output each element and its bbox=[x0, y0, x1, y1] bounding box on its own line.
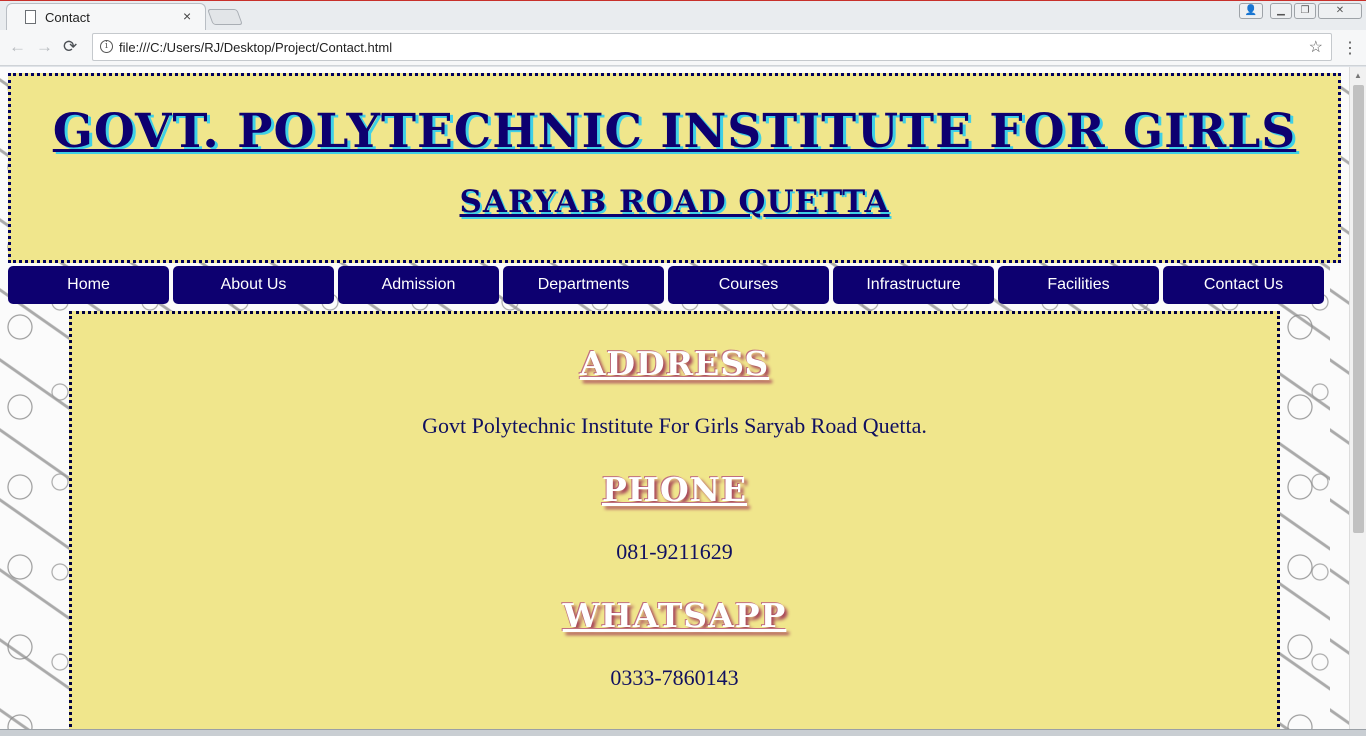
back-arrow-icon[interactable]: ← bbox=[9, 37, 26, 57]
nav-home[interactable]: Home bbox=[8, 266, 169, 304]
nav-about-us[interactable]: About Us bbox=[173, 266, 334, 304]
site-header: GOVT. POLYTECHNIC INSTITUTE FOR GIRLS SA… bbox=[8, 73, 1341, 263]
site-subtitle: SARYAB ROAD QUETTA bbox=[459, 184, 890, 220]
site-title: GOVT. POLYTECHNIC INSTITUTE FOR GIRLS bbox=[52, 104, 1297, 159]
os-taskbar bbox=[0, 729, 1366, 736]
phone-text: 081-9211629 bbox=[616, 539, 733, 564]
reload-icon[interactable]: ⟳ bbox=[63, 37, 77, 57]
page-viewport: GOVT. POLYTECHNIC INSTITUTE FOR GIRLS SA… bbox=[0, 67, 1366, 736]
nav-infrastructure[interactable]: Infrastructure bbox=[833, 266, 994, 304]
browser-tab[interactable]: Contact × bbox=[6, 3, 206, 31]
address-text: Govt Polytechnic Institute For Girls Sar… bbox=[422, 413, 927, 438]
scroll-up-icon[interactable]: ▲ bbox=[1354, 71, 1362, 80]
document-icon bbox=[25, 10, 36, 24]
main-nav: Home About Us Admission Departments Cour… bbox=[8, 266, 1328, 305]
vertical-scrollbar[interactable]: ▲ bbox=[1349, 67, 1366, 736]
tab-title: Contact bbox=[45, 10, 90, 25]
window-close-button[interactable]: ✕ bbox=[1318, 3, 1362, 19]
restore-button[interactable]: ❐ bbox=[1294, 3, 1316, 19]
info-icon[interactable]: i bbox=[100, 40, 113, 53]
user-profile-icon[interactable]: 👤 bbox=[1239, 3, 1263, 19]
browser-toolbar: ← → ⟳ i file:///C:/Users/RJ/Desktop/Proj… bbox=[0, 30, 1366, 66]
nav-facilities[interactable]: Facilities bbox=[998, 266, 1159, 304]
contact-panel: ADDRESS Govt Polytechnic Institute For G… bbox=[69, 311, 1280, 736]
nav-courses[interactable]: Courses bbox=[668, 266, 829, 304]
scroll-thumb[interactable] bbox=[1353, 85, 1364, 533]
close-tab-icon[interactable]: × bbox=[183, 8, 191, 24]
whatsapp-heading: WHATSAPP bbox=[562, 596, 787, 635]
whatsapp-text: 0333-7860143 bbox=[610, 665, 739, 690]
phone-heading: PHONE bbox=[601, 470, 748, 509]
minimize-button[interactable]: ▁ bbox=[1270, 3, 1292, 19]
star-icon[interactable]: ☆ bbox=[1309, 37, 1323, 57]
address-heading: ADDRESS bbox=[579, 344, 770, 383]
address-bar[interactable]: i file:///C:/Users/RJ/Desktop/Project/Co… bbox=[92, 33, 1332, 61]
menu-icon[interactable]: ⋮ bbox=[1342, 38, 1358, 58]
nav-contact-us[interactable]: Contact Us bbox=[1163, 266, 1324, 304]
nav-departments[interactable]: Departments bbox=[503, 266, 664, 304]
nav-admission[interactable]: Admission bbox=[338, 266, 499, 304]
url-text[interactable]: file:///C:/Users/RJ/Desktop/Project/Cont… bbox=[119, 40, 392, 55]
browser-titlebar: Contact × 👤 ▁ ❐ ✕ bbox=[0, 0, 1366, 31]
new-tab-button[interactable] bbox=[207, 9, 243, 25]
forward-arrow-icon[interactable]: → bbox=[36, 37, 53, 57]
